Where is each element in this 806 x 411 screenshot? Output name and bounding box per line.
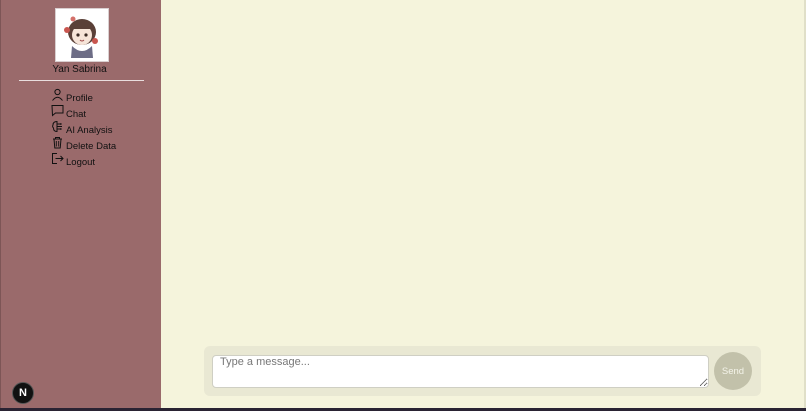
logout-icon: [52, 153, 64, 164]
app-window: Yan Sabrina Profile Chat AI Analysis Del…: [0, 0, 806, 408]
chat-bubble-icon: [51, 105, 64, 117]
trash-icon: [53, 137, 62, 149]
sidebar: Yan Sabrina Profile Chat AI Analysis Del…: [0, 0, 161, 408]
chat-main: Send: [161, 0, 806, 408]
nav-item-delete-data[interactable]: Delete Data: [51, 136, 116, 152]
nav-item-logout[interactable]: Logout: [51, 152, 116, 168]
message-composer: Send: [204, 346, 761, 396]
nav-label-chat: Chat: [66, 109, 87, 120]
user-name: Yan Sabrina: [52, 64, 107, 75]
nav-item-ai-analysis[interactable]: AI Analysis: [51, 120, 116, 136]
nav-label-logout: Logout: [66, 157, 96, 168]
avatar: [55, 8, 109, 62]
ai-brain-icon: [52, 120, 62, 133]
nav-label-profile: Profile: [66, 93, 93, 104]
avatar-illustration: [57, 10, 107, 60]
nav-label-ai-analysis: AI Analysis: [66, 125, 113, 136]
message-input[interactable]: [212, 355, 709, 388]
dev-tools-badge[interactable]: N: [12, 382, 34, 404]
nav-item-chat[interactable]: Chat: [51, 104, 116, 120]
sidebar-nav: Profile Chat AI Analysis Delete Data Log…: [51, 88, 116, 168]
send-button[interactable]: Send: [714, 352, 752, 390]
user-icon: [52, 88, 63, 101]
nav-item-profile[interactable]: Profile: [51, 88, 116, 104]
nav-label-delete-data: Delete Data: [66, 141, 117, 152]
sidebar-divider: [19, 80, 144, 81]
